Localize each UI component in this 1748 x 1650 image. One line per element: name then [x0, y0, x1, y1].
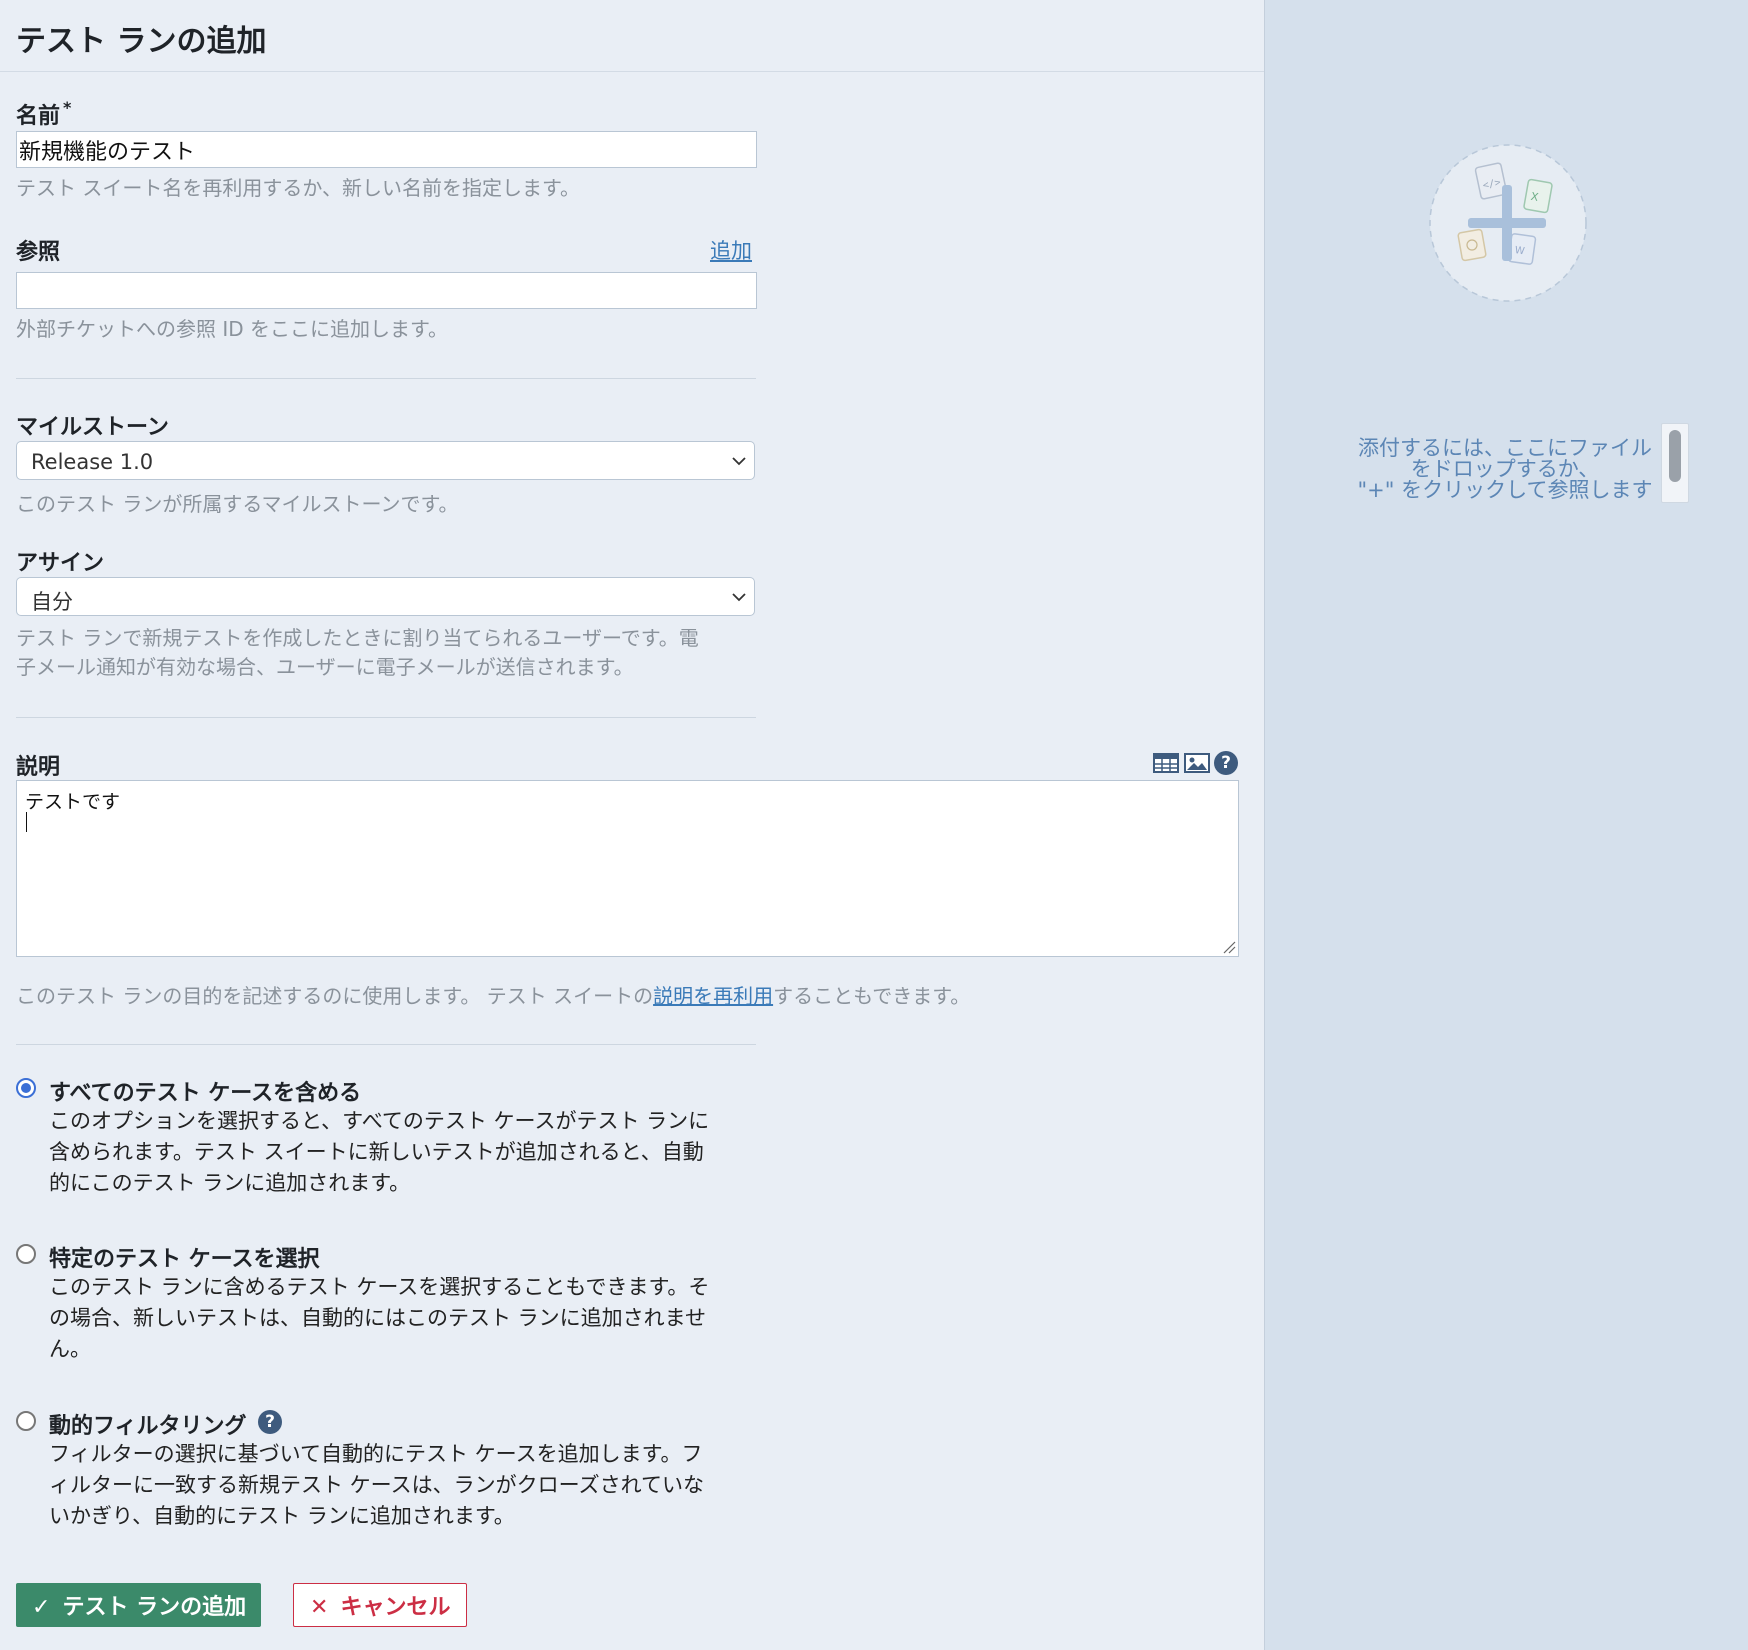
word-file-icon: W [1507, 233, 1537, 265]
page-header: テスト ランの追加 [0, 0, 1264, 72]
option-line: の場合、新しいテストは、自動的にはこのテスト ランに追加されませ [49, 1306, 707, 1330]
scrollbar-thumb[interactable] [1669, 430, 1681, 482]
references-input[interactable] [16, 272, 757, 309]
drop-line: をドロップするか、 [1410, 457, 1600, 481]
include-all-title: すべてのテスト ケースを含める [49, 1081, 362, 1106]
assign-selected-value: 自分 [31, 590, 73, 614]
chevron-down-icon [732, 593, 746, 602]
add-test-run-button[interactable]: ✓ テスト ランの追加 [16, 1583, 261, 1627]
include-all-radio[interactable] [16, 1078, 36, 1098]
milestone-select[interactable]: Release 1.0 [16, 441, 755, 480]
add-test-run-button-label: テスト ランの追加 [62, 1595, 247, 1620]
drop-line: 添付するには、ここにファイル [1358, 436, 1652, 460]
milestone-selected-value: Release 1.0 [31, 450, 154, 474]
option-line: いかぎり、自動的にテスト ランに追加されます。 [49, 1504, 515, 1528]
help-icon[interactable]: ? [258, 1410, 282, 1434]
option-line: フィルターの選択に基づいて自動的にテスト ケースを追加します。フ [49, 1442, 703, 1466]
description-hint-text: このテスト ランの目的を記述するのに使用します。 テスト スイートの [16, 984, 654, 1008]
description-hint: このテスト ランの目的を記述するのに使用します。 テスト スイートの説明を再利用… [16, 982, 970, 1011]
option-line: 含められます。テスト スイートに新しいテストが追加されると、自動 [49, 1140, 704, 1164]
divider [16, 1044, 756, 1045]
assign-hint-line-2: 子メール通知が有効な場合、ユーザーに電子メールが送信されます。 [16, 655, 634, 679]
include-all-description: このオプションを選択すると、すべてのテスト ケースがテスト ランに 含められます… [49, 1106, 759, 1199]
select-specific-description: このテスト ランに含めるテスト ケースを選択することもできます。そ の場合、新し… [49, 1272, 759, 1365]
description-text: テストです [25, 791, 121, 813]
divider [16, 378, 756, 379]
cancel-button-label: キャンセル [340, 1595, 451, 1620]
references-label: 参照 [16, 240, 61, 265]
drop-line: "+" をクリックして参照します [1357, 478, 1653, 502]
option-line: ん。 [49, 1337, 91, 1361]
checkmark-icon: ✓ [32, 1595, 51, 1620]
image-icon[interactable] [1184, 751, 1210, 775]
option-line: このオプションを選択すると、すべてのテスト ケースがテスト ランに [49, 1109, 710, 1133]
table-icon[interactable] [1153, 751, 1179, 775]
select-specific-radio[interactable] [16, 1244, 36, 1264]
option-line: 的にこのテスト ランに追加されます。 [49, 1171, 411, 1195]
references-hint: 外部チケットへの参照 ID をここに追加します。 [16, 317, 449, 341]
resize-grip-icon[interactable] [1222, 940, 1236, 954]
required-mark: * [63, 98, 72, 117]
name-label-text: 名前 [16, 104, 61, 129]
select-specific-title: 特定のテスト ケースを選択 [49, 1247, 320, 1272]
references-add-link[interactable]: 追加 [710, 235, 752, 265]
excel-file-icon: X [1523, 178, 1553, 214]
scrollbar[interactable] [1661, 423, 1689, 503]
close-icon: ✕ [310, 1595, 329, 1620]
chevron-down-icon [732, 457, 746, 466]
description-label: 説明 [16, 755, 61, 780]
add-test-run-page: テスト ランの追加 名前* テスト スイート名を再利用するか、新しい名前を指定し… [0, 0, 1748, 1650]
assign-hint-line-1: テスト ランで新規テストを作成したときに割り当てられるユーザーです。電 [16, 626, 699, 650]
name-hint: テスト スイート名を再利用するか、新しい名前を指定します。 [16, 176, 580, 200]
page-title: テスト ランの追加 [16, 24, 267, 59]
attachments-panel[interactable]: </> X W 添付するには、ここにファイル をドロップするか、 "+" をクリ… [1264, 0, 1748, 1650]
name-label: 名前 * [16, 98, 71, 130]
milestone-hint: このテスト ランが所属するマイルストーンです。 [16, 492, 459, 516]
assign-select[interactable]: 自分 [16, 577, 755, 616]
dynamic-filtering-title: 動的フィルタリング [49, 1414, 247, 1439]
svg-text:W: W [1514, 245, 1525, 257]
info-file-icon [1457, 228, 1487, 262]
drop-instructions: 添付するには、ここにファイル をドロップするか、 "+" をクリックして参照しま… [1325, 438, 1685, 501]
divider [16, 717, 756, 718]
option-line: ィルターに一致する新規テスト ケースは、ランがクローズされていな [49, 1473, 704, 1497]
help-icon[interactable]: ? [1214, 751, 1238, 775]
reuse-description-link[interactable]: 説明を再利用 [653, 984, 773, 1008]
description-hint-suffix: することもできます。 [773, 984, 971, 1008]
attachment-drop-zone[interactable]: </> X W [1428, 143, 1588, 303]
cancel-button[interactable]: ✕ キャンセル [293, 1583, 467, 1627]
dynamic-filtering-description: フィルターの選択に基づいて自動的にテスト ケースを追加します。フ ィルターに一致… [49, 1439, 759, 1532]
option-line: このテスト ランに含めるテスト ケースを選択することもできます。そ [49, 1275, 710, 1299]
description-textarea[interactable]: テストです [16, 780, 1239, 957]
text-cursor [26, 812, 27, 832]
dynamic-filtering-radio[interactable] [16, 1411, 36, 1431]
assign-label: アサイン [16, 551, 105, 576]
main-form-panel: テスト ランの追加 名前* テスト スイート名を再利用するか、新しい名前を指定し… [0, 0, 1264, 1650]
name-input[interactable] [16, 131, 757, 168]
milestone-label: マイルストーン [16, 415, 169, 440]
